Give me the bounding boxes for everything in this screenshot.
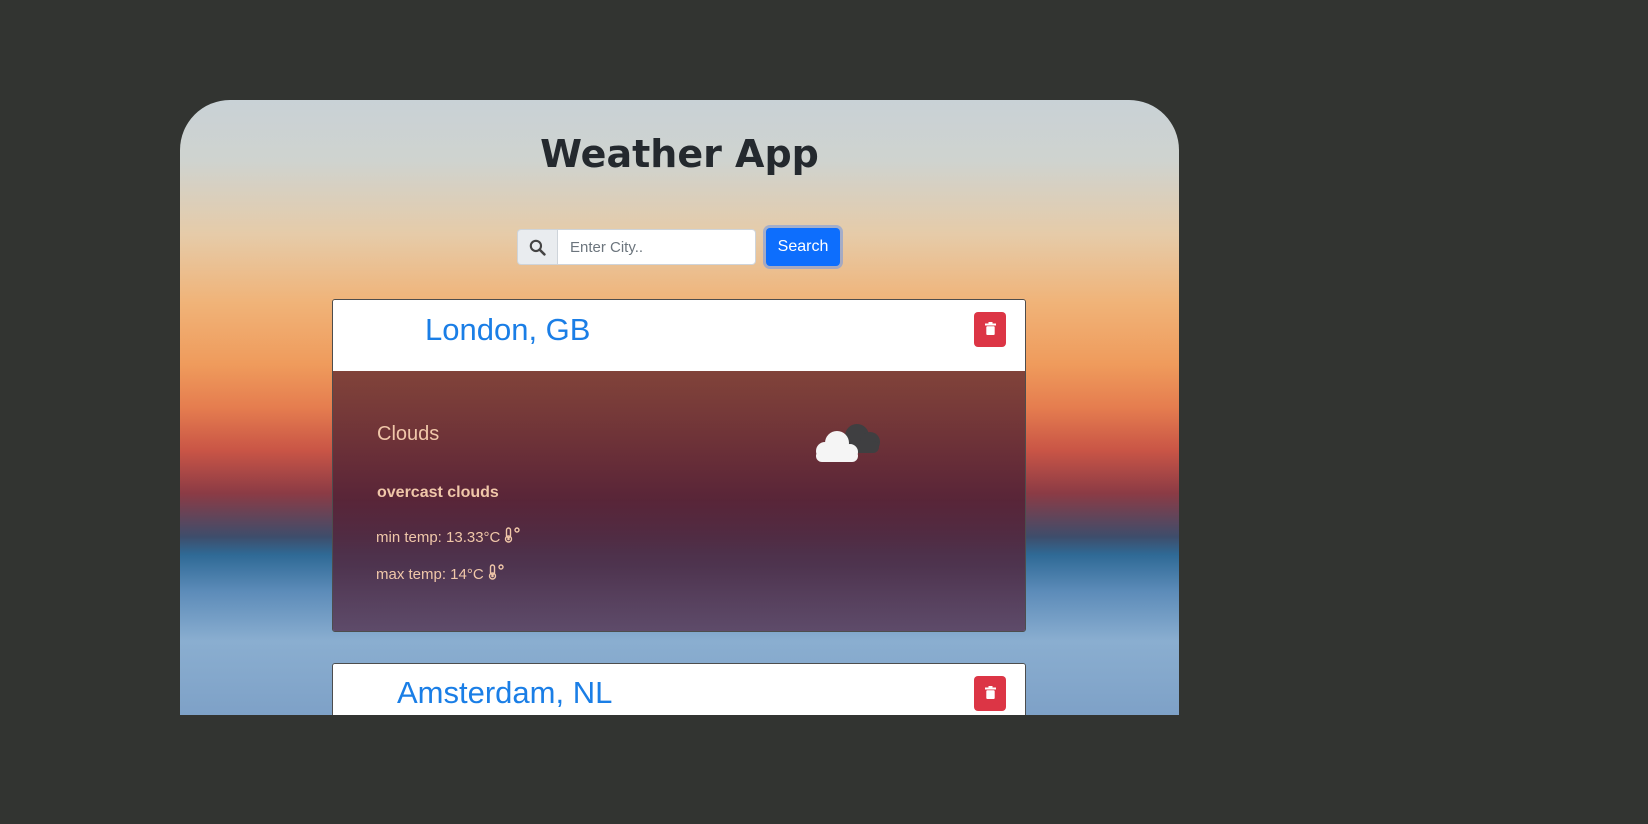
city-card-header: Amsterdam, NL bbox=[333, 664, 1025, 715]
thermometer-icon bbox=[503, 527, 521, 547]
min-temp-text: min temp: 13.33°C bbox=[376, 528, 501, 546]
weather-main: Clouds bbox=[377, 423, 440, 445]
max-temp: max temp: 14°C bbox=[376, 564, 505, 584]
city-card: Amsterdam, NL bbox=[332, 663, 1026, 715]
weather-details: Clouds overcast clouds min temp: 13.33°C… bbox=[333, 371, 1025, 631]
min-temp: min temp: 13.33°C bbox=[376, 527, 521, 547]
search-button[interactable]: Search bbox=[766, 228, 840, 266]
app-frame: Weather App Search London, GB bbox=[180, 100, 1179, 715]
city-card: London, GB Clouds overcast clouds min te… bbox=[332, 299, 1026, 632]
clouds-icon bbox=[813, 417, 885, 469]
search-icon bbox=[517, 229, 557, 265]
max-temp-text: max temp: 14°C bbox=[376, 565, 484, 583]
thermometer-icon bbox=[487, 564, 505, 584]
city-card-header: London, GB bbox=[333, 300, 1025, 371]
city-name: London, GB bbox=[425, 312, 591, 347]
weather-description: overcast clouds bbox=[377, 484, 499, 501]
city-name: Amsterdam, NL bbox=[397, 675, 613, 710]
page-title: Weather App bbox=[540, 132, 819, 176]
trash-icon bbox=[984, 321, 996, 338]
delete-button[interactable] bbox=[974, 312, 1006, 347]
search-input[interactable] bbox=[557, 229, 756, 265]
trash-icon bbox=[984, 685, 996, 702]
search-bar: Search bbox=[517, 228, 840, 266]
delete-button[interactable] bbox=[974, 676, 1006, 711]
